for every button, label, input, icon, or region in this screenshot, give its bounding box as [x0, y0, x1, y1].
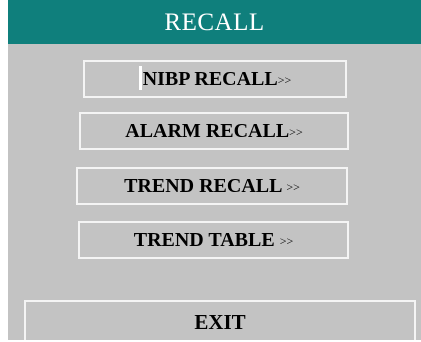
alarm-recall-label: ALARM RECALL — [125, 120, 290, 142]
trend-recall-label: TREND RECALL — [124, 175, 282, 197]
selection-cursor — [138, 66, 142, 90]
nibp-recall-button[interactable]: NIBP RECALL>> — [83, 60, 347, 98]
submenu-arrow-icon: >> — [286, 180, 300, 194]
recall-dialog: RECALL NIBP RECALL>> ALARM RECALL>> TREN… — [8, 0, 421, 340]
trend-table-label: TREND TABLE — [133, 229, 275, 251]
exit-button[interactable]: EXIT — [24, 300, 416, 340]
submenu-arrow-icon: >> — [289, 125, 303, 139]
submenu-arrow-icon: >> — [279, 234, 294, 248]
trend-recall-button[interactable]: TREND RECALL >> — [76, 167, 348, 205]
dialog-title: RECALL — [8, 0, 421, 44]
alarm-recall-button[interactable]: ALARM RECALL>> — [79, 112, 349, 150]
trend-table-button[interactable]: TREND TABLE >> — [78, 221, 349, 259]
exit-label: EXIT — [194, 310, 246, 334]
submenu-arrow-icon: >> — [277, 73, 292, 87]
nibp-recall-label: NIBP RECALL — [142, 68, 278, 90]
